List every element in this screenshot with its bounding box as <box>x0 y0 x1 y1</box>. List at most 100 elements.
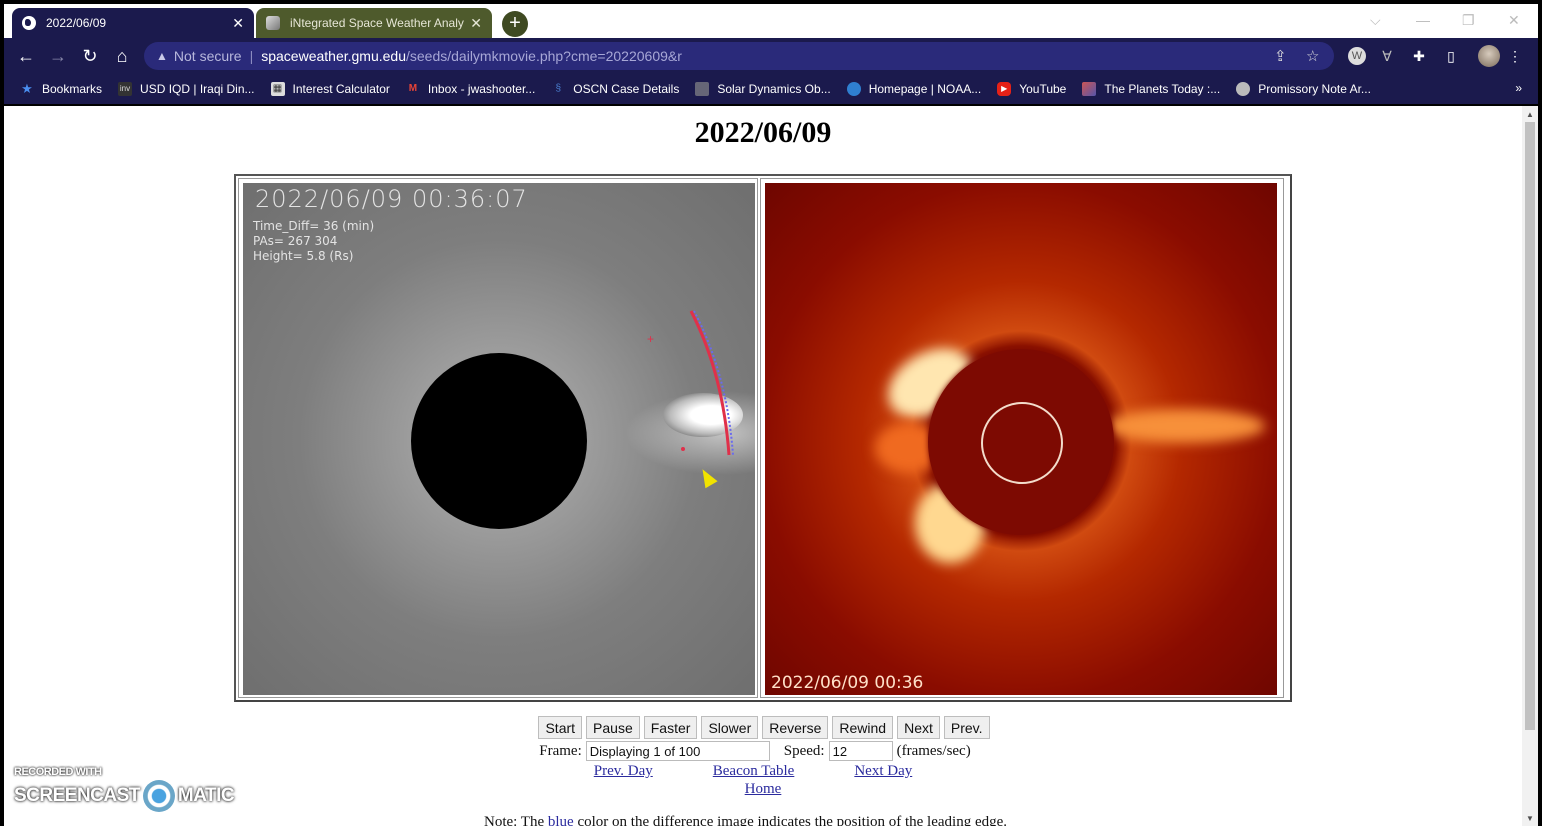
planets-icon <box>1082 82 1097 96</box>
bookmark-item[interactable]: inv USD IQD | Iraqi Din... <box>118 82 255 96</box>
page-title: 2022/06/09 <box>694 116 832 149</box>
scroll-thumb[interactable] <box>1525 122 1535 730</box>
side-panel-icon[interactable]: ▯ <box>1442 47 1460 65</box>
diff-image-cell: + 2022/06/09 00:36:07 Time_Diff= 36 (min… <box>238 178 758 698</box>
home-icon[interactable]: ⌂ <box>110 44 134 68</box>
scroll-up-arrow-icon[interactable]: ▲ <box>1522 108 1538 122</box>
speed-unit: (frames/sec) <box>896 742 971 759</box>
position-angles: PAs= 267 304 <box>253 234 338 248</box>
bookmark-item[interactable]: ▶ YouTube <box>997 82 1066 96</box>
time-diff: Time_Diff= 36 (min) <box>253 219 375 233</box>
streamer-w <box>1105 409 1265 443</box>
site-favicon-icon <box>266 16 280 30</box>
start-button[interactable]: Start <box>538 716 583 739</box>
home-link[interactable]: Home <box>745 781 782 797</box>
marker-plus: + <box>647 332 654 346</box>
bookmark-label: Solar Dynamics Ob... <box>717 82 831 96</box>
prev-day-link[interactable]: Prev. Day <box>594 763 653 780</box>
frame-speed-row: Frame: Speed: (frames/sec) <box>4 741 1522 761</box>
forward-arrow-icon[interactable]: → <box>46 44 70 68</box>
tab-active[interactable]: 2022/06/09 ✕ <box>12 8 254 38</box>
bookmark-label: YouTube <box>1019 82 1067 96</box>
scroll-down-arrow-icon[interactable]: ▼ <box>1522 812 1538 826</box>
tab-title: iNtegrated Space Weather Analy <box>290 16 464 30</box>
maximize-button[interactable]: ❐ <box>1462 12 1475 29</box>
note-text: Note: The blue color on the difference i… <box>484 814 1007 826</box>
movie-table: + 2022/06/09 00:36:07 Time_Diff= 36 (min… <box>234 174 1292 702</box>
address-bar[interactable]: ▲ Not secure | spaceweather.gmu.edu/seed… <box>144 42 1334 70</box>
watermark-brand: SCREENCAST MATIC <box>14 780 235 812</box>
extension-w-icon[interactable]: W <box>1348 47 1366 65</box>
promissory-icon <box>1236 82 1251 96</box>
bookmark-label: Interest Calculator <box>292 82 390 96</box>
height: Height= 5.8 (Rs) <box>253 249 354 263</box>
bookmark-label: The Planets Today :... <box>1104 82 1221 96</box>
pause-button[interactable]: Pause <box>586 716 640 739</box>
extension-v-icon[interactable]: ∀ <box>1378 47 1396 65</box>
frame-field[interactable] <box>585 741 770 761</box>
extensions-puzzle-icon[interactable]: ✚ <box>1410 47 1428 65</box>
bookmark-label: Inbox - jwashooter... <box>427 82 536 96</box>
bookmark-item[interactable]: ★ Bookmarks <box>20 82 103 97</box>
sdo-icon <box>695 82 710 96</box>
diff-info: Time_Diff= 36 (min) PAs= 267 304 Height=… <box>253 219 374 264</box>
leading-edge-red <box>689 310 731 456</box>
watermark-right: MATIC <box>177 785 235 806</box>
bookmark-item[interactable]: Promissory Note Ar... <box>1236 82 1371 96</box>
reload-icon[interactable]: ↻ <box>78 44 102 68</box>
marker-dot <box>681 447 685 451</box>
browser-titlebar: 2022/06/09 ✕ iNtegrated Space Weather An… <box>4 4 1538 38</box>
oscn-icon: § <box>555 83 562 94</box>
tab-inactive[interactable]: iNtegrated Space Weather Analy ✕ <box>256 8 492 38</box>
bookmark-item[interactable]: The Planets Today :... <box>1082 82 1220 96</box>
youtube-icon: ▶ <box>997 82 1012 96</box>
rewind-button[interactable]: Rewind <box>832 716 894 739</box>
bookmark-item[interactable]: ▦ Interest Calculator <box>270 82 390 96</box>
next-button[interactable]: Next <box>897 716 940 739</box>
control-buttons: Start Pause Faster Slower Reverse Rewind… <box>6 716 1522 739</box>
bookmark-item[interactable]: M Inbox - jwashooter... <box>406 82 536 96</box>
noaa-icon <box>846 82 861 96</box>
security-label[interactable]: Not secure <box>174 48 242 64</box>
new-tab-button[interactable]: + <box>502 11 528 37</box>
beacon-table-link[interactable]: Beacon Table <box>713 763 795 780</box>
bookmarks-overflow-button[interactable]: » <box>1515 81 1522 95</box>
frame-label: Frame: <box>539 742 582 759</box>
bookmark-item[interactable]: § OSCN Case Details <box>551 82 680 96</box>
slower-button[interactable]: Slower <box>701 716 759 739</box>
bookmark-label: USD IQD | Iraqi Din... <box>140 82 255 96</box>
bookmark-item[interactable]: Homepage | NOAA... <box>846 82 981 96</box>
faster-button[interactable]: Faster <box>643 716 698 739</box>
url-host: spaceweather.gmu.edu <box>261 48 406 64</box>
bookmark-label: Bookmarks <box>42 82 103 96</box>
lasco-c2-image: 2022/06/09 00:36 <box>765 183 1277 695</box>
share-icon[interactable]: ⇪ <box>1274 47 1287 65</box>
bookmark-label: OSCN Case Details <box>573 82 680 96</box>
back-arrow-icon[interactable]: ← <box>14 44 38 68</box>
diff-timestamp: 2022/06/09 00:36:07 <box>255 185 528 213</box>
bookmark-item[interactable]: Solar Dynamics Ob... <box>695 82 831 96</box>
tab-close-icon[interactable]: ✕ <box>232 15 244 32</box>
profile-avatar[interactable] <box>1478 45 1500 67</box>
gmail-icon: M <box>408 83 418 94</box>
next-day-link[interactable]: Next Day <box>854 763 912 780</box>
speed-field[interactable] <box>828 741 893 761</box>
tab-search-icon[interactable]: ⌵ <box>1370 12 1381 29</box>
screencast-logo-icon <box>142 780 175 812</box>
watermark-left: SCREENCAST <box>14 785 140 806</box>
watermark-recorded-with: RECORDED WITH <box>14 766 102 778</box>
screencast-watermark: RECORDED WITH SCREENCAST MATIC <box>14 766 235 812</box>
sun-limb-circle <box>981 402 1063 484</box>
note-highlight: blue <box>547 814 574 826</box>
bookmark-star-icon[interactable]: ☆ <box>1306 47 1319 65</box>
tab-close-icon[interactable]: ✕ <box>470 15 482 32</box>
close-window-button[interactable]: ✕ <box>1508 12 1520 29</box>
menu-kebab-icon[interactable]: ⋮ <box>1506 47 1524 65</box>
page-scrollbar[interactable]: ▲ ▼ <box>1522 106 1538 826</box>
minimize-button[interactable]: — <box>1416 12 1430 28</box>
prev-button[interactable]: Prev. <box>943 716 990 739</box>
url-path: /seeds/dailymkmovie.php?cme=20220609&r <box>406 48 682 64</box>
reverse-button[interactable]: Reverse <box>762 716 829 739</box>
browser-toolbar: ← → ↻ ⌂ ▲ Not secure | spaceweather.gmu.… <box>4 38 1538 74</box>
bookmark-label: Promissory Note Ar... <box>1258 82 1371 96</box>
